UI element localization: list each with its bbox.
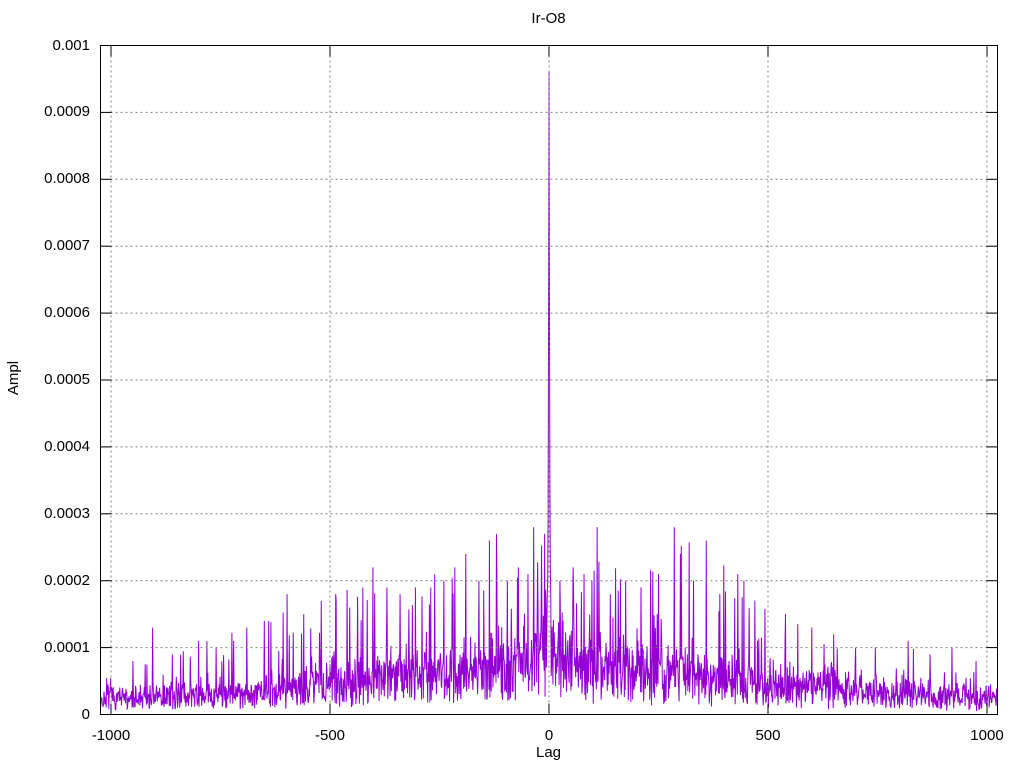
y-tick-label: 0.0008 [44,170,90,188]
x-tick-label: 0 [544,727,554,744]
y-tick-label: 0.0006 [44,304,90,322]
x-axis-label: Lag [535,744,562,761]
x-tick-label: -1000 [91,727,131,744]
x-tick-label: 500 [755,727,781,744]
y-tick-label: 0.0005 [44,371,90,388]
y-tick-label: 0.001 [52,36,90,54]
x-tick-label: -500 [314,727,346,744]
y-tick-label: 0.0007 [44,237,90,255]
y-tick-label: 0.0004 [44,437,90,455]
y-tick-label: 0.0002 [44,571,90,589]
y-tick-label: 0.0009 [44,103,90,121]
x-tick-label: 1000 [970,727,1004,744]
chart-figure: Ir-O8 Ampl Lag 0 0.0001 0.0002 0.0003 0.0004… [0,0,1024,768]
y-tick-label: 0.0003 [44,504,90,522]
y-tick-label: 0 [81,705,90,723]
y-tick-label: 0.0001 [44,638,90,656]
plot-area [100,45,998,715]
